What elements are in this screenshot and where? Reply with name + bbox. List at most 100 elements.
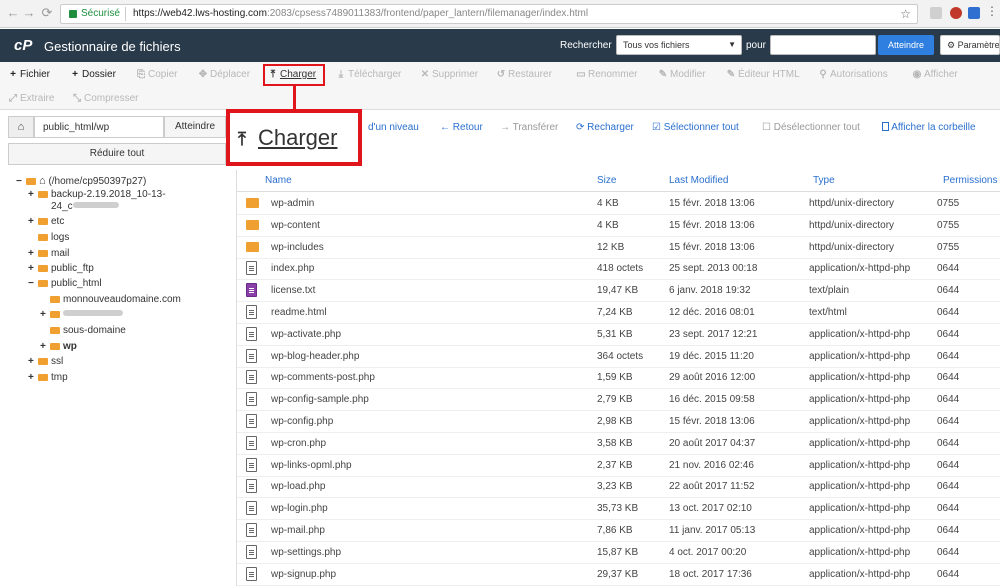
table-row[interactable]: wp-comments-post.php 1,59 KB 29 août 2016 …	[237, 367, 1000, 390]
tree-item-etc[interactable]: + etc	[28, 216, 64, 227]
table-row[interactable]: wp-includes 12 KB 15 févr. 2018 13:06 httpd…	[237, 237, 1000, 259]
tree-item-logs[interactable]: logs	[28, 232, 69, 243]
compress-button[interactable]: ⤡ Compresser	[72, 93, 138, 104]
tree-item-tmp[interactable]: + tmp	[28, 372, 68, 383]
table-row[interactable]: wp-settings.php 15,87 KB 4 oct. 2017 00:20…	[237, 542, 1000, 564]
up-one-level-link[interactable]: d'un niveau	[368, 122, 419, 133]
table-row[interactable]: wp-admin 4 KB 15 févr. 2018 13:06 httpd/uni…	[237, 193, 1000, 215]
column-header-type[interactable]: Type	[813, 175, 835, 186]
table-row[interactable]: wp-config.php 2,98 KB 15 févr. 2018 13:06 a…	[237, 411, 1000, 433]
expand-toggle[interactable]: +	[28, 216, 38, 227]
collapse-toggle[interactable]: −	[16, 176, 26, 187]
table-row[interactable]: wp-signup.php 29,37 KB 18 oct. 2017 17:36 a…	[237, 564, 1000, 586]
expand-toggle[interactable]: +	[28, 248, 38, 259]
table-row[interactable]: index.php 418 octets 25 sept. 2013 00:18 ap…	[237, 258, 1000, 281]
search-go-button[interactable]: Atteindre	[878, 35, 934, 55]
rename-icon: ▭	[576, 69, 586, 80]
path-input[interactable]: public_html/wp	[34, 116, 164, 138]
bookmark-star-icon[interactable]: ☆	[900, 7, 911, 21]
pencil-icon: ✎	[658, 69, 668, 80]
path-go-button[interactable]: Atteindre	[164, 116, 226, 138]
browser-menu-icon[interactable]: ⋮	[986, 5, 998, 17]
html-editor-button[interactable]: ✎ Éditeur HTML	[726, 69, 800, 80]
table-row[interactable]: license.txt 19,47 KB 6 janv. 2018 19:32 tex…	[237, 280, 1000, 303]
tree-item-public-html[interactable]: − public_html	[28, 278, 102, 289]
table-row[interactable]: wp-blog-header.php 364 octets 19 déc. 2015…	[237, 346, 1000, 368]
search-scope-select[interactable]: Tous vos fichiers ▼	[616, 35, 742, 55]
expand-toggle[interactable]: +	[40, 341, 50, 352]
forward-arrow-icon[interactable]: →	[22, 6, 36, 20]
reload-link[interactable]: ⟳ Recharger	[576, 122, 634, 133]
file-icon	[246, 370, 257, 385]
extract-button[interactable]: ⤢ Extraire	[8, 93, 54, 104]
reload-icon[interactable]: ⟳	[40, 6, 54, 20]
tree-item-wp[interactable]: + wp	[40, 341, 77, 352]
url-separator	[125, 7, 126, 21]
download-button[interactable]: ⤓ Télécharger	[336, 69, 402, 80]
show-trash-link[interactable]: Afficher la corbeille	[882, 122, 976, 133]
select-all-link[interactable]: ☑ Sélectionner tout	[652, 122, 739, 133]
table-row[interactable]: wp-config-sample.php 2,79 KB 16 déc. 2015 …	[237, 389, 1000, 412]
cell-modified: 15 févr. 2018 13:06	[669, 219, 755, 231]
copy-button[interactable]: ⎘ Copier	[136, 69, 177, 80]
permissions-button[interactable]: ⚲ Autorisations	[818, 69, 887, 80]
table-row[interactable]: wp-mail.php 7,86 KB 11 janv. 2017 05:13 app…	[237, 520, 1000, 542]
extension-icon[interactable]	[950, 7, 962, 19]
cell-permissions: 0755	[937, 219, 960, 231]
home-button[interactable]: ⌂	[8, 116, 34, 138]
forward-link[interactable]: → Transférer	[500, 122, 558, 133]
address-bar[interactable]: Sécurisé https://web42.lws-hosting.com:2…	[60, 4, 918, 24]
delete-button[interactable]: ✕ Supprimer	[420, 69, 478, 80]
column-header-name[interactable]: Name	[265, 175, 292, 186]
folder-icon	[38, 191, 48, 198]
move-button[interactable]: ✥ Déplacer	[198, 69, 250, 80]
trash-icon	[882, 122, 889, 131]
file-icon	[246, 566, 257, 581]
expand-toggle[interactable]: +	[28, 372, 38, 383]
back-link[interactable]: ← Retour	[440, 122, 483, 133]
expand-toggle[interactable]: +	[28, 189, 38, 201]
tree-item-home[interactable]: − ⌂ (/home/cp950397p27)	[16, 175, 146, 187]
directory-tree: − ⌂ (/home/cp950397p27) + backup-2.19.2018…	[0, 170, 236, 586]
column-header-permissions[interactable]: Permissions	[943, 175, 997, 186]
tree-item-redacted[interactable]: +	[40, 309, 123, 320]
expand-toggle[interactable]: +	[40, 309, 50, 320]
table-row[interactable]: wp-content 4 KB 15 févr. 2018 13:06 httpd/u…	[237, 215, 1000, 237]
cell-size: 29,37 KB	[597, 568, 639, 580]
view-button[interactable]: ◉ Afficher	[912, 69, 958, 80]
collapse-all-button[interactable]: Réduire tout	[8, 143, 226, 165]
extension-icon[interactable]	[968, 7, 980, 19]
tree-item-ssl[interactable]: + ssl	[28, 356, 63, 367]
expand-toggle[interactable]: +	[28, 263, 38, 274]
tree-item-backup[interactable]: + backup-2.19.2018_10-13- 24_c	[28, 189, 166, 213]
expand-toggle[interactable]: +	[28, 356, 38, 367]
tree-item-mail[interactable]: + mail	[28, 248, 69, 259]
table-row[interactable]: wp-load.php 3,23 KB 22 août 2017 11:52 appl…	[237, 476, 1000, 499]
column-header-size[interactable]: Size	[597, 175, 616, 186]
table-row[interactable]: wp-login.php 35,73 KB 13 oct. 2017 02:10 ap…	[237, 498, 1000, 521]
edit-button[interactable]: ✎ Modifier	[658, 69, 706, 80]
new-file-button[interactable]: + Fichier	[8, 69, 50, 80]
deselect-all-link[interactable]: ☐ Désélectionner tout	[762, 122, 860, 133]
table-row[interactable]: wp-links-opml.php 2,37 KB 21 nov. 2016 02:…	[237, 455, 1000, 477]
extension-icon[interactable]	[930, 7, 942, 19]
tree-item-public-ftp[interactable]: + public_ftp	[28, 263, 94, 274]
table-row[interactable]: readme.html 7,24 KB 12 déc. 2016 08:01 text…	[237, 302, 1000, 324]
toolbar: + Fichier + Dossier ⎘ Copier ✥ Déplacer ⤒ Cha…	[0, 62, 1000, 110]
toolbar-label: Modifier	[670, 69, 706, 80]
tree-item-sous-domaine[interactable]: sous-domaine	[40, 325, 126, 336]
table-row[interactable]: wp-cron.php 3,58 KB 20 août 2017 04:37 appl…	[237, 433, 1000, 455]
back-arrow-icon[interactable]: ←	[6, 6, 20, 20]
folder-icon	[50, 311, 60, 318]
new-folder-button[interactable]: + Dossier	[70, 69, 116, 80]
table-row[interactable]: wp-activate.php 5,31 KB 23 sept. 2017 12:2…	[237, 324, 1000, 346]
tree-item-label: etc	[51, 216, 65, 227]
restore-button[interactable]: ↺ Restaurer	[496, 69, 552, 80]
search-input[interactable]	[770, 35, 876, 55]
tree-item-monnouveaudomaine[interactable]: monnouveaudomaine.com	[40, 294, 181, 305]
cell-size: 1,59 KB	[597, 372, 633, 384]
column-header-modified[interactable]: Last Modified	[669, 175, 728, 186]
settings-button[interactable]: ⚙ Paramètres	[940, 35, 1000, 55]
rename-button[interactable]: ▭ Renommer	[576, 69, 637, 80]
collapse-toggle[interactable]: −	[28, 278, 38, 289]
